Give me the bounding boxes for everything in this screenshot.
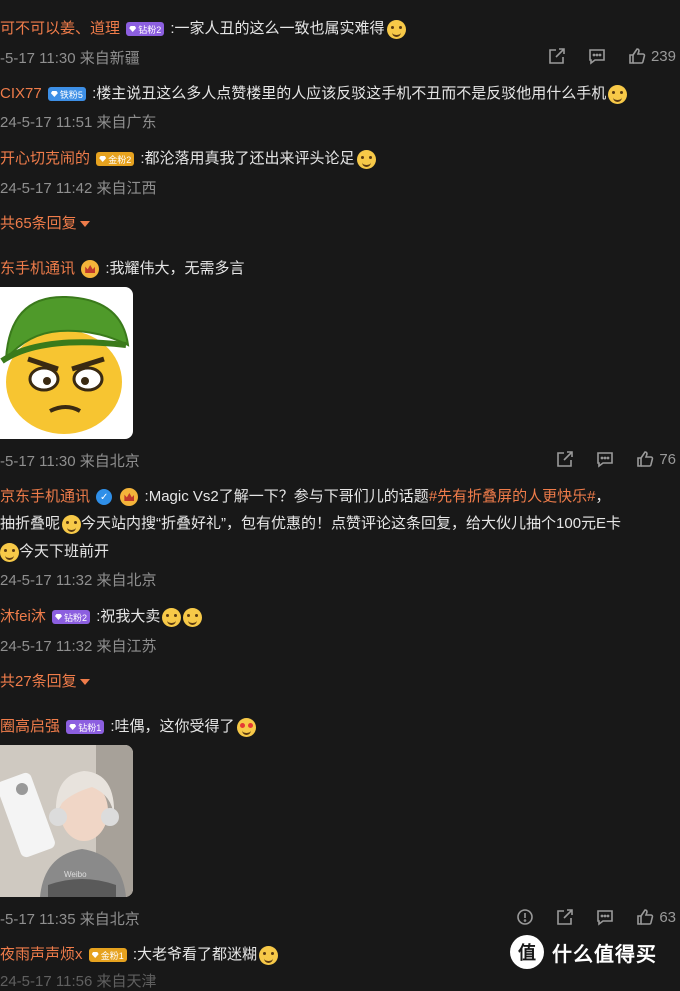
sticker-image[interactable] — [0, 287, 133, 439]
reply-1-time: 24-5-17 11:32 来自北京 — [0, 572, 157, 589]
report-icon — [517, 909, 534, 925]
fan-badge: 金粉2 — [96, 152, 135, 167]
svg-text:Weibo: Weibo — [64, 870, 87, 879]
crown-badge-icon — [81, 260, 100, 279]
comment-4-actions: 76 — [545, 447, 680, 471]
topic-link[interactable]: #先有折叠屏的人更快乐# — [429, 488, 596, 505]
angry-face-sticker-icon — [0, 295, 130, 434]
report-button[interactable] — [505, 905, 545, 929]
fan-badge: 钻粉1 — [66, 720, 105, 735]
reply-1-author[interactable]: 京东手机通讯 — [0, 488, 90, 505]
diamond-icon — [69, 724, 77, 731]
comment-button[interactable] — [585, 905, 625, 929]
comment-4-line: 东手机通讯 :我耀伟大，无需多言 — [0, 257, 245, 279]
comment-4-author[interactable]: 东手机通讯 — [0, 260, 75, 277]
comment-1-author[interactable]: 可不可以姜、道理 — [0, 20, 120, 37]
comment-icon — [597, 910, 614, 926]
smirk-emoji-icon — [259, 945, 279, 965]
caret-down-icon — [79, 221, 90, 228]
smile-emoji-icon — [0, 542, 19, 562]
reply-1-line-2: 抽折叠呢 今天站内搜“折叠好礼”，包有优惠的！点赞评论这条回复，给大伙儿抽个100… — [0, 514, 622, 534]
site-watermark-logo: 值 什么值得买 — [510, 935, 657, 969]
reply-2-time: 24-5-17 11:32 来自江苏 — [0, 638, 157, 655]
crown-badge-icon — [120, 488, 139, 507]
like-count: 76 — [659, 450, 676, 468]
share-button[interactable] — [545, 447, 585, 471]
reply-2-author[interactable]: 沐fei沐 — [0, 608, 46, 625]
cat-emoji-icon — [608, 84, 628, 104]
view-replies-link[interactable]: 共27条回复 — [0, 670, 90, 691]
reply-1-line-3: 今天下班前开 — [0, 540, 109, 562]
diamond-icon — [55, 614, 63, 621]
comment-2-line: CIX77 铁粉5 :楼主说丑这么多人点赞楼里的人应该反驳这手机不丑而不是反驳他… — [0, 82, 628, 104]
comment-3-author[interactable]: 开心切克闹的 — [0, 150, 90, 167]
thumbs-up-icon — [637, 909, 654, 925]
comment-3-text: :都沦落用真我了还出来评头论足 — [140, 150, 355, 167]
comment-5-time: -5-17 11:35 来自北京 — [0, 911, 140, 928]
diamond-icon — [99, 156, 107, 163]
attached-photo[interactable]: Weibo — [0, 745, 133, 897]
comment-1-text: :一家人丑的这么一致也属实难得 — [170, 20, 385, 37]
comment-5-author[interactable]: 圈高启强 — [0, 718, 60, 735]
comment-2-author[interactable]: CIX77 — [0, 85, 42, 102]
reply-2-line: 沐fei沐 钻粉2 :祝我大卖 — [0, 605, 203, 627]
woman-with-phone-photo-icon: Weibo — [0, 745, 133, 897]
reply-1-text-a: :Magic Vs2了解一下？参与下哥们儿的话题 — [144, 488, 429, 505]
view-replies-link[interactable]: 共65条回复 — [0, 212, 90, 233]
logo-mark-icon: 值 — [510, 935, 544, 969]
laughing-emoji-icon — [386, 19, 406, 39]
fan-badge: 金粉1 — [88, 948, 127, 963]
comment-6-time: 24-5-17 11:56 来自天津 — [0, 973, 157, 990]
comment-3-line: 开心切克闹的 金粉2 :都沦落用真我了还出来评头论足 — [0, 147, 376, 169]
comment-icon — [589, 49, 605, 65]
logo-text: 什么值得买 — [552, 943, 657, 966]
fan-badge: 铁粉5 — [47, 87, 86, 102]
share-icon — [557, 909, 574, 925]
grin-emoji-icon — [356, 149, 376, 169]
share-button[interactable] — [537, 44, 577, 68]
heart-eyes-emoji-icon — [236, 717, 256, 737]
comment-1-time: -5-17 11:30 来自新疆 — [0, 50, 140, 67]
comment-button[interactable] — [585, 447, 625, 471]
comment-5-actions: 63 — [505, 905, 680, 929]
fan-badge: 钻粉2 — [52, 610, 91, 625]
comment-icon — [597, 452, 614, 468]
comment-1-line: 可不可以姜、道理 钻粉2 :一家人丑的这么一致也属实难得 — [0, 17, 406, 39]
reply-2-text: :祝我大卖 — [96, 608, 161, 625]
comment-2-time: 24-5-17 11:51 来自广东 — [0, 114, 157, 131]
like-count: 239 — [650, 47, 676, 65]
comment-1-actions: 239 — [537, 44, 680, 68]
comment-6-text: :大老爷看了都迷糊 — [132, 946, 258, 963]
diamond-icon — [129, 26, 137, 33]
comment-4-text: :我耀伟大，无需多言 — [105, 260, 245, 277]
share-icon — [549, 48, 565, 64]
like-count: 63 — [659, 908, 676, 926]
comment-2-text: :楼主说丑这么多人点赞楼里的人应该反驳这手机不丑而不是反驳他用什么手机 — [92, 85, 607, 102]
comment-4-time: -5-17 11:30 来自北京 — [0, 453, 140, 470]
verified-icon: ✓ — [96, 489, 113, 506]
comment-button[interactable] — [577, 44, 617, 68]
grin-emoji-icon — [62, 514, 82, 534]
shy-emoji-icon — [183, 607, 203, 627]
diamond-icon — [91, 952, 99, 959]
comment-3-time: 24-5-17 11:42 来自江西 — [0, 180, 157, 197]
comment-5-line: 圈高启强 钻粉1 :哇偶，这你受得了 — [0, 715, 256, 737]
shy-emoji-icon — [162, 607, 182, 627]
comment-6-author[interactable]: 夜雨声声烦x — [0, 946, 83, 963]
comment-6-line: 夜雨声声烦x 金粉1 :大老爷看了都迷糊 — [0, 943, 279, 965]
fan-badge: 钻粉2 — [126, 22, 165, 37]
thumbs-up-icon — [629, 48, 646, 64]
reply-1-line: 京东手机通讯 ✓ :Magic Vs2了解一下？参与下哥们儿的话题#先有折叠屏的… — [0, 488, 611, 507]
thumbs-up-icon — [637, 451, 654, 467]
share-icon — [557, 451, 574, 467]
comment-5-text: :哇偶，这你受得了 — [110, 718, 235, 735]
share-button[interactable] — [545, 905, 585, 929]
caret-down-icon — [79, 679, 90, 686]
diamond-icon — [50, 91, 58, 98]
